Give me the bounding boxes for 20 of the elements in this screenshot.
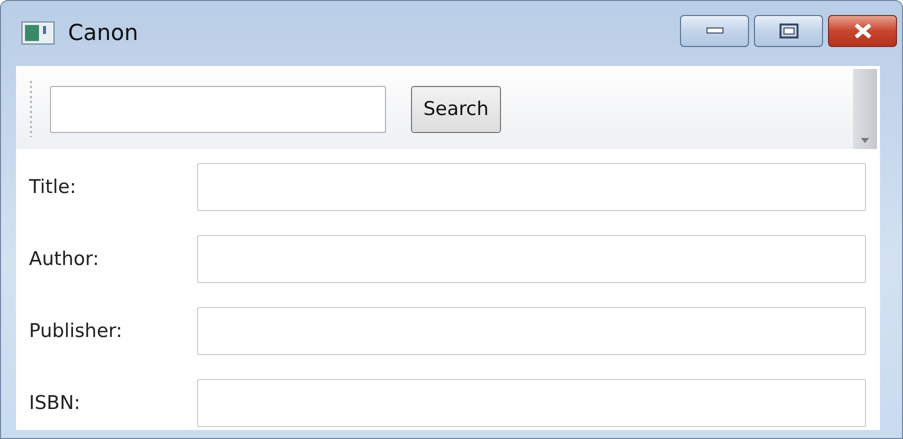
app-icon [21,21,55,45]
grip-icon[interactable] [29,81,33,137]
search-button[interactable]: Search [411,86,501,132]
minimize-button[interactable] [680,15,749,47]
minimize-icon [706,27,724,35]
input-field[interactable] [197,163,866,211]
field-label: Author: [29,248,100,270]
maximize-button[interactable] [754,15,823,47]
field-label: Publisher: [29,320,124,342]
overflow-button[interactable] [853,69,877,149]
maximize-icon [778,23,798,39]
input-field[interactable] [197,235,866,283]
input-field[interactable] [197,379,866,427]
input-field[interactable] [197,307,866,355]
field-label: Title: [29,176,78,198]
caret-icon [861,138,869,144]
close-button[interactable] [828,15,897,47]
search-field[interactable] [50,86,386,132]
window-title: Canon [68,20,138,46]
field-label: ISBN: [29,392,82,414]
